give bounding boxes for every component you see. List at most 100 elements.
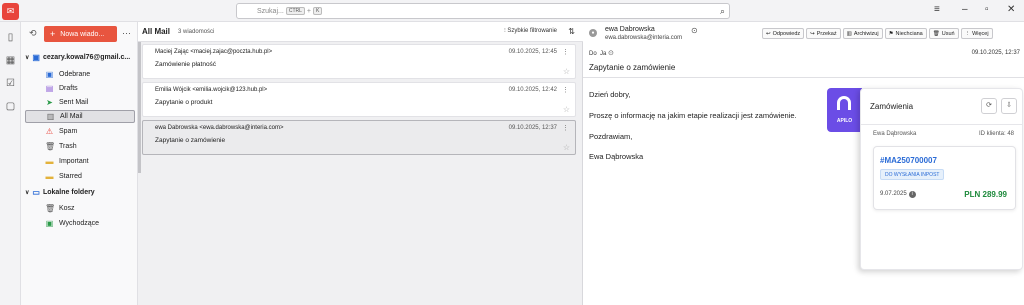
pin-icon[interactable]: ⇩	[1001, 98, 1017, 114]
sender-email[interactable]: ewa.dabrowska@interia.com	[605, 35, 682, 41]
folder-kosz[interactable]: 🗑 Kosz	[25, 202, 135, 215]
star-icon[interactable]: ☆	[563, 105, 570, 114]
header-divider	[583, 77, 1024, 78]
order-number[interactable]: #MA250700007	[880, 156, 937, 165]
list-header: All Mail 3 wiadomości ⫶ Szybkie filtrowa…	[138, 22, 583, 42]
panel-title: Zamówienia	[870, 102, 914, 111]
message-subject: Zapytanie o zamówienie	[589, 63, 676, 72]
display-options-icon[interactable]: ⇅	[568, 27, 575, 36]
folder-spam[interactable]: ⚠ Spam	[25, 125, 135, 138]
spam-icon: ⚠	[45, 127, 54, 136]
archive-icon: ▥	[846, 30, 852, 37]
search-icon[interactable]: ⌕	[720, 6, 725, 17]
archive-icon: ▥	[46, 112, 55, 121]
trash-icon: 🗑	[45, 204, 56, 213]
folder-inbox[interactable]: ▣ Odebrane	[25, 68, 135, 81]
minimize-icon[interactable]: –	[962, 4, 968, 15]
plus-icon: +	[50, 29, 56, 39]
reply-icon: ↩	[766, 30, 771, 37]
shortcut-key-k: K	[313, 7, 323, 15]
reply-button[interactable]: ↩ Odpowiedz	[762, 28, 805, 39]
status-badge: DO WYSŁANIA INPOST	[880, 169, 945, 180]
forward-button[interactable]: ↪ Przekaż	[806, 28, 841, 39]
folder-drafts[interactable]: ▤ Drafts	[25, 82, 135, 95]
chat-icon[interactable]: ▢	[4, 100, 17, 113]
contact-icon[interactable]: ⊙	[691, 26, 698, 35]
app-rail: ▯ ▦ ☑ ▢	[0, 22, 21, 305]
new-message-button[interactable]: + Nowa wiado...	[44, 26, 117, 42]
contact-icon[interactable]: ⊙	[608, 50, 614, 57]
avatar: ●	[589, 29, 597, 37]
message-count: 3 wiadomości	[178, 28, 215, 35]
folder-icon: ▭	[32, 188, 40, 197]
close-icon[interactable]: ✕	[1007, 4, 1015, 15]
more-icon[interactable]: ⋮	[562, 48, 569, 56]
list-scrollbar[interactable]	[138, 42, 141, 173]
apilo-tab[interactable]: APILO	[827, 88, 862, 132]
more-icon[interactable]: ⋮	[562, 86, 569, 94]
star-icon[interactable]: ☆	[563, 67, 570, 76]
archive-button[interactable]: ▥ Archiwizuj	[842, 28, 883, 39]
delete-button[interactable]: 🗑 Usuń	[928, 28, 959, 39]
orders-panel: Zamówienia ⟳ ⇩ Ewa Dąbrowska ID klienta:…	[860, 88, 1023, 270]
more-icon[interactable]: ⋯	[122, 28, 131, 39]
folder-outbox[interactable]: ▣ Wychodzące	[25, 217, 135, 230]
recipient-row: Do Ja ⊙	[589, 50, 614, 57]
draft-icon: ▤	[45, 84, 54, 93]
customer-name: Ewa Dąbrowska	[873, 131, 917, 137]
refresh-icon[interactable]: ⟳	[981, 98, 997, 114]
account-row[interactable]: ∨ ▣ cezary.kowal76@gmail.c...	[25, 53, 137, 62]
calendar-icon[interactable]: ▦	[4, 54, 17, 67]
panel-divider	[861, 124, 1022, 125]
sync-icon[interactable]: ⟲	[29, 28, 37, 39]
quick-filter-button[interactable]: ⫶ Szybkie filtrowanie	[504, 28, 557, 35]
outbox-icon: ▣	[45, 219, 54, 228]
title-bar: Szukaj... CTRL + K ⌕ ≡ – ▫ ✕	[0, 0, 1024, 22]
folder-important[interactable]: ▬ Important	[25, 155, 135, 168]
folder-trash[interactable]: 🗑 Trash	[25, 140, 135, 153]
junk-button[interactable]: ⚑ Niechciana	[884, 28, 927, 39]
apilo-logo-icon	[837, 96, 851, 110]
folder-starred[interactable]: ▬ Starred	[25, 170, 135, 183]
maximize-icon[interactable]: ▫	[985, 4, 989, 15]
folder-sent[interactable]: ➤ Sent Mail	[25, 96, 135, 109]
list-item[interactable]: Maciej Zając <maciej.zajac@poczta.hub.pl…	[142, 44, 576, 79]
more-icon: ⋮	[964, 30, 971, 37]
order-card[interactable]: #MA250700007 DO WYSŁANIA INPOST 9.07.202…	[873, 146, 1016, 210]
search-placeholder: Szukaj...	[257, 7, 284, 15]
mail-app-icon[interactable]: ✉	[2, 3, 19, 20]
address-book-icon[interactable]: ▯	[4, 31, 17, 44]
junk-icon: ⚑	[888, 30, 894, 37]
chevron-down-icon: ∨	[25, 55, 30, 61]
more-button[interactable]: ⋮ Więcej	[960, 28, 993, 39]
local-folders-row[interactable]: ∨ ▭ Lokalne foldery	[25, 188, 137, 197]
chevron-down-icon: ∨	[25, 190, 30, 196]
star-icon[interactable]: ☆	[563, 143, 570, 152]
tasks-icon[interactable]: ☑	[4, 77, 17, 90]
order-price: PLN 289.99	[964, 190, 1007, 199]
message-date: 09.10.2025, 12:37	[971, 50, 1020, 56]
more-icon[interactable]: ⋮	[562, 124, 569, 132]
forward-icon: ↪	[810, 30, 815, 37]
trash-icon: 🗑	[932, 30, 940, 37]
send-icon: ➤	[46, 98, 53, 107]
folder-pane: ⟲ + Nowa wiado... ⋯ ∨ ▣ cezary.kowal76@g…	[21, 22, 138, 305]
list-item[interactable]: Emilia Wójcik <emilia.wojcik@123.hub.pl>…	[142, 82, 576, 117]
shortcut-key-ctrl: CTRL	[285, 7, 305, 15]
order-date: 9.07.2025 i	[880, 191, 916, 198]
menu-icon[interactable]: ≡	[934, 4, 940, 15]
apilo-brand: APILO	[836, 118, 853, 124]
folder-icon: ▬	[45, 157, 54, 166]
message-actions: ↩ Odpowiedz ↪ Przekaż ▥ Archiwizuj ⚑ Niechci…	[762, 28, 993, 39]
folder-all-mail[interactable]: ▥ All Mail	[25, 110, 135, 123]
trash-icon: 🗑	[45, 142, 56, 151]
account-icon: ▣	[32, 53, 40, 62]
message-list: All Mail 3 wiadomości ⫶ Szybkie filtrowa…	[138, 22, 583, 305]
sender-name[interactable]: ewa Dabrowska	[605, 26, 655, 33]
list-item[interactable]: ewa Dabrowska <ewa.dabrowska@interia.com…	[142, 120, 576, 155]
list-title: All Mail	[142, 27, 171, 36]
info-icon[interactable]: i	[908, 191, 916, 198]
folder-icon: ▬	[45, 172, 54, 181]
client-id: ID klienta: 48	[978, 131, 1014, 137]
search-input[interactable]: Szukaj... CTRL + K ⌕	[236, 3, 730, 19]
